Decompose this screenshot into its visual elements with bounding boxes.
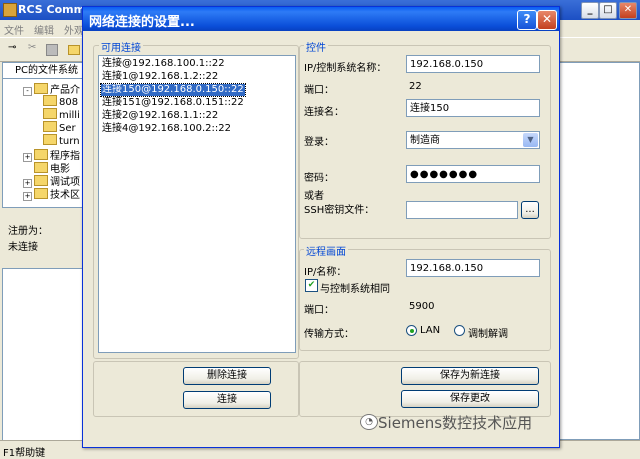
- folder-icon: [43, 95, 57, 106]
- folder-icon: [34, 188, 48, 199]
- lan-radio[interactable]: [406, 325, 417, 336]
- connect-button[interactable]: 连接: [183, 391, 271, 409]
- remote-display-label: 远程画面: [304, 243, 348, 258]
- modem-label: 调制解调: [468, 329, 508, 340]
- ssh-key-label: SSH密钥文件：: [304, 205, 375, 216]
- transfer-mode-label: 传输方式：: [304, 329, 354, 340]
- tree-item[interactable]: turn: [43, 134, 80, 147]
- login-label: 登录：: [304, 137, 334, 148]
- ip-input[interactable]: 192.168.0.150: [406, 55, 540, 73]
- expand-icon[interactable]: +: [23, 153, 32, 162]
- connection-name-input[interactable]: 连接150: [406, 99, 540, 117]
- delete-connection-button[interactable]: 删除连接: [183, 367, 271, 385]
- help-icon[interactable]: ?: [517, 10, 537, 30]
- watermark-text: Siemens数控技术应用: [378, 414, 533, 432]
- ip-label: IP/控制系统名称：: [304, 63, 387, 74]
- close-icon[interactable]: ✕: [537, 10, 557, 30]
- folder-icon: [43, 121, 57, 132]
- registered-label: 注册为：: [8, 226, 48, 237]
- list-item[interactable]: 连接151@192.168.0.151::22: [101, 97, 245, 109]
- connect-icon[interactable]: ⊸: [8, 42, 22, 56]
- registered-value: 未连接: [8, 242, 38, 253]
- list-item[interactable]: 连接1@192.168.1.2::22: [101, 71, 219, 83]
- save-as-new-button[interactable]: 保存为新连接: [401, 367, 539, 385]
- wechat-icon: ◔: [360, 414, 378, 430]
- list-item[interactable]: 连接4@192.168.100.2::22: [101, 123, 232, 135]
- folder-icon: [34, 175, 48, 186]
- menu-edit[interactable]: 编辑: [34, 22, 54, 37]
- remote-port-value: 5900: [409, 301, 435, 312]
- port-value: 22: [409, 81, 422, 92]
- connection-name-label: 连接名：: [304, 107, 344, 118]
- same-as-control-checkbox[interactable]: ✔: [305, 279, 318, 292]
- remote-port-label: 端口：: [304, 305, 334, 316]
- menu-file[interactable]: 文件: [4, 22, 24, 37]
- login-select[interactable]: 制造商 ▼: [406, 131, 540, 149]
- browse-button[interactable]: ...: [521, 201, 539, 219]
- available-connections-label: 可用连接: [99, 39, 143, 54]
- folder-icon: [43, 108, 57, 119]
- list-item[interactable]: 连接2@192.168.1.1::22: [101, 110, 219, 122]
- login-value: 制造商: [410, 135, 440, 146]
- control-group-label: 控件: [304, 39, 328, 54]
- remote-ip-input[interactable]: 192.168.0.150: [406, 259, 540, 277]
- tree-item[interactable]: Ser: [43, 121, 76, 134]
- registration-panel: 注册为： 未连接: [2, 216, 86, 266]
- same-as-control-label: 与控制系统相同: [320, 284, 390, 295]
- list-item-selected[interactable]: 连接150@192.168.0.150::22: [100, 83, 246, 97]
- chevron-down-icon[interactable]: ▼: [523, 133, 538, 147]
- folder-icon: [43, 134, 57, 145]
- app-right-panel: [556, 62, 640, 440]
- folder-icon: [34, 83, 48, 94]
- folder-icon[interactable]: [68, 45, 80, 55]
- remote-ip-label: IP/名称：: [304, 267, 347, 278]
- port-label: 端口：: [304, 85, 334, 96]
- password-label: 密码：: [304, 173, 334, 184]
- network-settings-dialog: 网络连接的设置... ? ✕ 可用连接 连接@192.168.100.1::22…: [82, 6, 560, 448]
- expand-icon[interactable]: +: [23, 192, 32, 201]
- dialog-title-bar[interactable]: 网络连接的设置... ? ✕: [83, 7, 559, 31]
- tree-item[interactable]: milli: [43, 108, 80, 121]
- password-input[interactable]: ●●●●●●●: [406, 165, 540, 183]
- lan-label: LAN: [420, 325, 441, 336]
- folder-icon: [34, 162, 48, 173]
- collapse-icon[interactable]: -: [23, 87, 32, 96]
- maximize-icon[interactable]: □: [599, 2, 617, 19]
- tree-item[interactable]: 808: [43, 95, 78, 108]
- app-close-icon[interactable]: ✕: [619, 2, 637, 19]
- menu-view[interactable]: 外观: [64, 22, 84, 37]
- folder-icon: [34, 149, 48, 160]
- tree-item[interactable]: - 产品介: [23, 81, 80, 96]
- minimize-icon[interactable]: _: [581, 2, 599, 19]
- save-icon[interactable]: [46, 44, 58, 56]
- tree-item[interactable]: + 技术区: [23, 186, 80, 201]
- app-lower-panel: [2, 268, 88, 442]
- status-help-text: F1帮助键: [3, 448, 46, 459]
- dialog-title: 网络连接的设置...: [89, 15, 195, 30]
- list-item[interactable]: 连接@192.168.100.1::22: [101, 58, 226, 70]
- modem-radio[interactable]: [454, 325, 465, 336]
- connection-list[interactable]: 连接@192.168.100.1::22 连接1@192.168.1.2::22…: [98, 55, 296, 353]
- app-icon: [3, 3, 17, 17]
- ssh-key-input[interactable]: [406, 201, 518, 219]
- or-label: 或者: [304, 191, 324, 202]
- file-tree[interactable]: - 产品介 808 milli Ser turn + 程序指 电影 + 调试项 + 技术…: [2, 78, 88, 208]
- disconnect-icon[interactable]: ✂: [28, 42, 42, 56]
- save-changes-button[interactable]: 保存更改: [401, 390, 539, 408]
